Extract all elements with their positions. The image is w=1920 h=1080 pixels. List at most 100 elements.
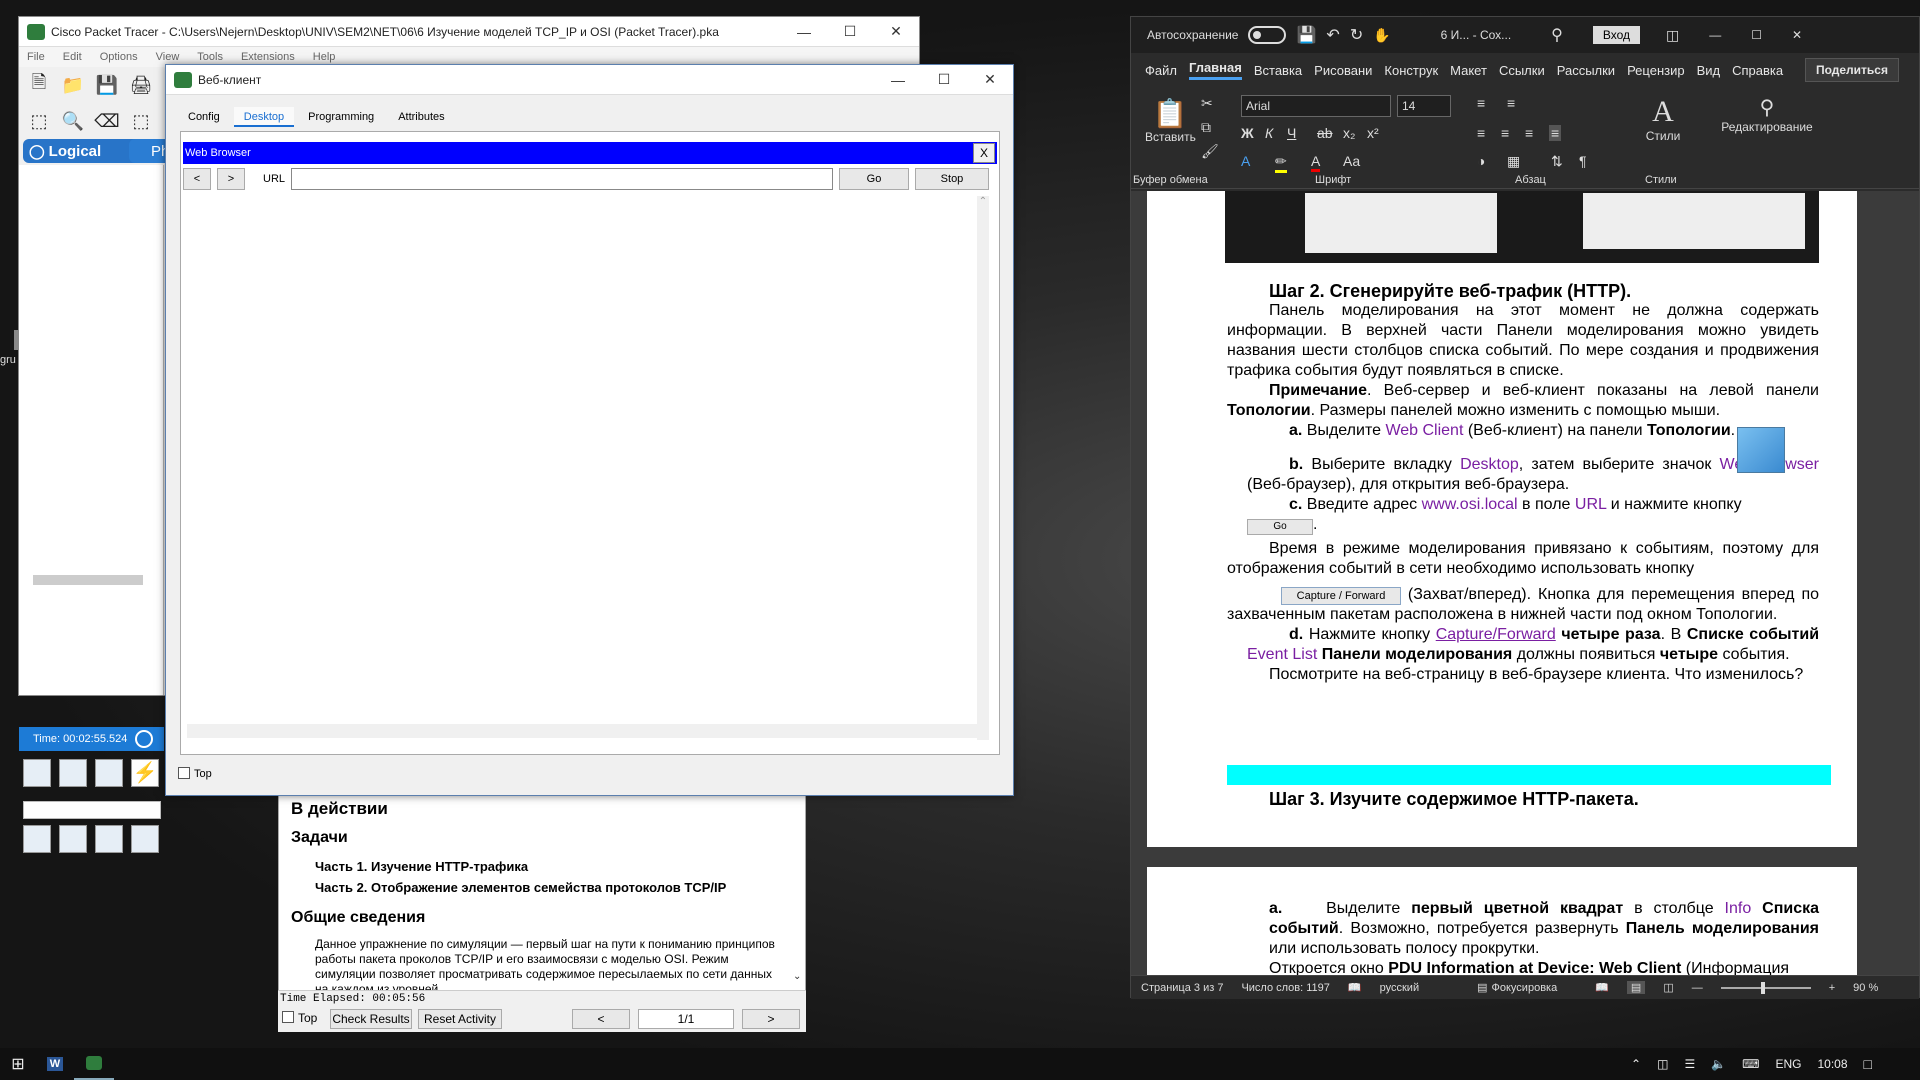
subscript-icon[interactable]: x₂	[1343, 125, 1355, 141]
top-checkbox[interactable]	[178, 767, 190, 779]
tab-file[interactable]: Файл	[1145, 63, 1177, 78]
input-language[interactable]: ENG	[1775, 1057, 1801, 1071]
menu-help[interactable]: Help	[313, 51, 336, 63]
align-right-icon[interactable]: ≡	[1525, 125, 1533, 141]
tab-review[interactable]: Рецензир	[1627, 63, 1685, 78]
close-button[interactable]: ✕	[1792, 28, 1802, 42]
status-language[interactable]: русский	[1380, 982, 1419, 994]
windows-start-icon[interactable]: ⊞	[0, 1048, 36, 1080]
horizontal-scrollbar[interactable]	[33, 575, 143, 585]
device-filter[interactable]	[23, 801, 161, 819]
router-icon[interactable]	[23, 825, 51, 853]
close-button[interactable]: ✕	[967, 65, 1013, 95]
tab-references[interactable]: Ссылки	[1499, 63, 1545, 78]
go-button[interactable]: Go	[839, 168, 909, 190]
bullets-icon[interactable]: ≡	[1477, 95, 1485, 111]
topology-workspace[interactable]: Time: 00:02:55.524 ⚡	[19, 165, 164, 853]
minimize-button[interactable]: —	[875, 65, 921, 95]
redo-icon[interactable]: ↻	[1350, 25, 1363, 45]
tab-help[interactable]: Справка	[1732, 63, 1783, 78]
ribbon-display-icon[interactable]: ◫	[1666, 27, 1679, 44]
delete-icon[interactable]: ⌫	[94, 109, 119, 133]
justify-icon[interactable]: ≡	[1549, 125, 1562, 141]
underline-icon[interactable]: Ч	[1287, 125, 1296, 141]
minimize-button[interactable]: —	[1709, 28, 1721, 42]
align-center-icon[interactable]: ≡	[1501, 125, 1509, 141]
tab-programming[interactable]: Programming	[298, 107, 384, 127]
undo-icon[interactable]: ↶	[1326, 25, 1339, 45]
web-browser-close-button[interactable]: X	[973, 143, 995, 163]
prev-page-button[interactable]: <	[572, 1009, 630, 1029]
scroll-up-icon[interactable]: ⌃	[977, 196, 989, 207]
word-taskbar-icon[interactable]: W	[36, 1048, 74, 1080]
open-folder-icon[interactable]: 📁	[61, 73, 85, 97]
tab-attributes[interactable]: Attributes	[388, 107, 454, 127]
tab-mailings[interactable]: Рассылки	[1557, 63, 1615, 78]
url-input[interactable]	[291, 168, 833, 190]
tab-insert[interactable]: Вставка	[1254, 63, 1302, 78]
inspect-icon[interactable]: 🔍	[61, 109, 85, 133]
font-size-select[interactable]: 14	[1397, 95, 1451, 117]
save-icon[interactable]: 💾	[95, 73, 119, 97]
share-button[interactable]: Поделиться	[1804, 58, 1899, 82]
select-icon[interactable]: ⬚	[27, 109, 51, 133]
align-left-icon[interactable]: ≡	[1477, 125, 1485, 141]
read-mode-icon[interactable]: 📖	[1595, 981, 1609, 994]
tab-home[interactable]: Главная	[1188, 60, 1242, 80]
web-layout-icon[interactable]: ◫	[1663, 981, 1673, 994]
menu-view[interactable]: View	[156, 51, 180, 63]
status-focus[interactable]: Фокусировка	[1492, 982, 1558, 994]
tab-design[interactable]: Конструк	[1384, 63, 1438, 78]
copy-icon[interactable]: ⧉	[1201, 119, 1211, 136]
hub-icon[interactable]	[95, 825, 123, 853]
menu-file[interactable]: File	[27, 51, 45, 63]
chevron-up-icon[interactable]: ⌃	[1631, 1057, 1641, 1071]
browser-viewport[interactable]	[187, 196, 991, 740]
zoom-in-icon[interactable]: +	[1829, 982, 1835, 994]
font-color-icon[interactable]: A	[1311, 153, 1321, 172]
keyboard-icon[interactable]: ⌨	[1742, 1057, 1759, 1071]
check-results-button[interactable]: Check Results	[330, 1009, 412, 1029]
switch-icon[interactable]	[59, 825, 87, 853]
save-icon[interactable]: 💾	[1296, 25, 1316, 45]
vertical-scrollbar[interactable]: ⌃	[977, 196, 989, 740]
editing-button[interactable]: ⚲ Редактирование	[1719, 95, 1815, 134]
superscript-icon[interactable]: x²	[1367, 125, 1379, 141]
menu-edit[interactable]: Edit	[63, 51, 82, 63]
sort-icon[interactable]: ⇅	[1551, 153, 1563, 170]
tab-view[interactable]: Вид	[1697, 63, 1721, 78]
back-button[interactable]: <	[183, 168, 211, 190]
status-zoom[interactable]: 90 %	[1853, 982, 1878, 994]
notification-icon[interactable]: □	[1864, 1056, 1872, 1072]
scroll-down-icon[interactable]: ⌄	[793, 971, 803, 985]
status-words[interactable]: Число слов: 1197	[1241, 982, 1329, 994]
highlight-icon[interactable]: ✏	[1275, 153, 1287, 173]
horizontal-scrollbar[interactable]	[187, 724, 977, 738]
menu-options[interactable]: Options	[100, 51, 138, 63]
end-devices-icon[interactable]	[59, 759, 87, 787]
clock[interactable]: 10:08	[1818, 1057, 1848, 1071]
forward-button[interactable]: >	[217, 168, 245, 190]
new-file-icon[interactable]: 🗎	[27, 72, 51, 97]
bold-icon[interactable]: Ж	[1241, 125, 1254, 141]
volume-icon[interactable]: 🔈	[1711, 1057, 1726, 1071]
touch-mode-icon[interactable]: ✋	[1373, 27, 1390, 44]
styles-button[interactable]: A Стили	[1643, 95, 1683, 143]
format-painter-icon[interactable]: 🖌	[1201, 143, 1219, 160]
minimize-button[interactable]: —	[781, 17, 827, 47]
pilcrow-icon[interactable]: ¶	[1579, 153, 1587, 169]
zoom-thumb[interactable]	[1760, 981, 1765, 994]
logical-tab[interactable]: ◯ Logical	[23, 139, 145, 163]
wireless-icon[interactable]	[131, 825, 159, 853]
font-name-select[interactable]: Arial	[1241, 95, 1391, 117]
zoom-out-icon[interactable]: —	[1692, 982, 1703, 994]
reset-activity-button[interactable]: Reset Activity	[418, 1009, 502, 1029]
proofing-icon[interactable]: 📖	[1348, 981, 1362, 994]
zoom-slider[interactable]	[1720, 981, 1811, 994]
shading-icon[interactable]: ◑	[1477, 153, 1485, 169]
search-icon[interactable]: ⚲	[1551, 25, 1563, 45]
strikethrough-icon[interactable]: ab	[1317, 125, 1333, 141]
borders-icon[interactable]: ▦	[1507, 153, 1520, 170]
clock-icon[interactable]	[135, 730, 154, 748]
maximize-button[interactable]: ☐	[1751, 28, 1762, 42]
